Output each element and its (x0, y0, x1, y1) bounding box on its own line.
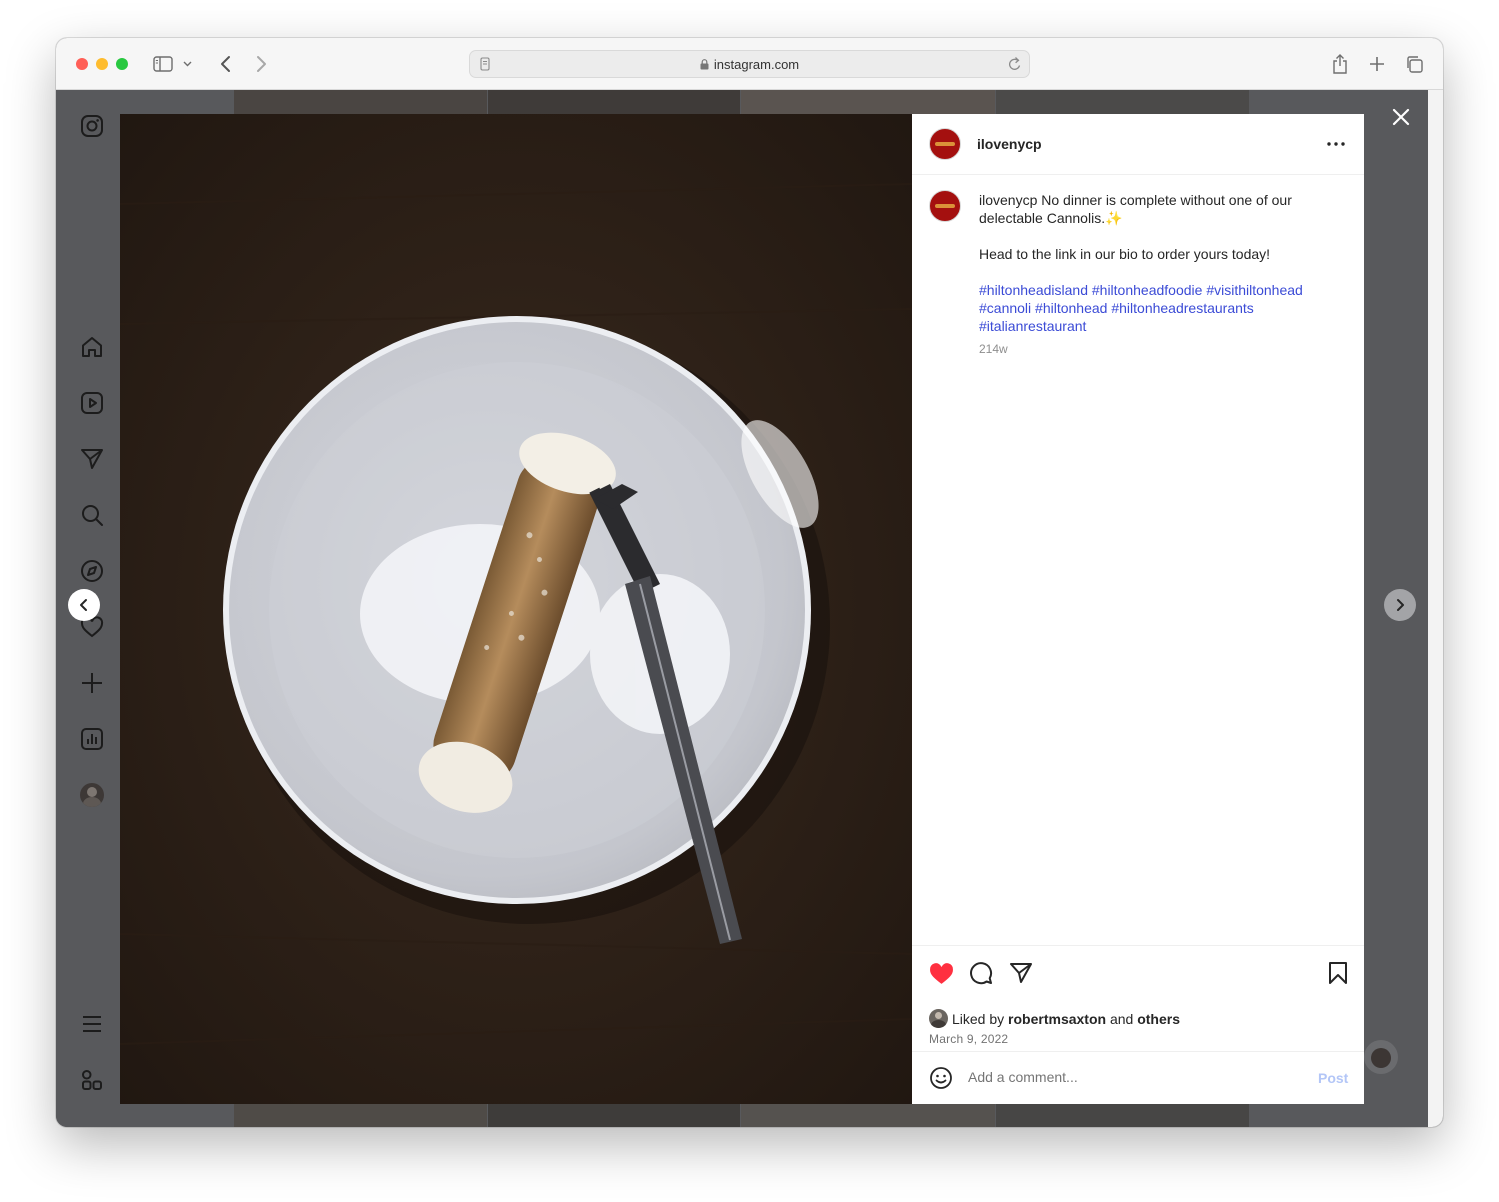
background-thumbnail (741, 1104, 995, 1127)
comment-input[interactable] (968, 1069, 1288, 1085)
previous-post-button[interactable] (68, 589, 100, 621)
share-post-icon[interactable] (1008, 960, 1034, 986)
url-text: instagram.com (470, 57, 1029, 73)
liked-by-user[interactable]: robertmsaxton (1008, 1011, 1106, 1027)
new-tab-icon[interactable] (1365, 52, 1389, 76)
liker-avatar[interactable] (929, 1009, 948, 1028)
explore-icon[interactable] (78, 557, 106, 585)
emoji-icon[interactable] (929, 1066, 953, 1095)
chevron-left-icon (80, 599, 87, 611)
caption-time-ago: 214w (979, 342, 1008, 356)
browser-titlebar: instagram.com (56, 38, 1443, 90)
liked-by-and: and (1109, 1011, 1134, 1027)
background-thumbnail (234, 90, 487, 114)
post-caption: ilovenycp No dinner is complete without … (979, 191, 1329, 353)
tab-overview-icon[interactable] (1402, 52, 1426, 76)
background-thumbnail (488, 1104, 740, 1127)
close-window-button[interactable] (76, 58, 88, 70)
forward-icon[interactable] (249, 52, 273, 76)
menu-icon[interactable] (78, 1010, 106, 1038)
post-image[interactable] (120, 114, 912, 1104)
home-icon[interactable] (78, 333, 106, 361)
background-thumbnail (996, 1104, 1249, 1127)
close-modal-icon[interactable] (1388, 104, 1414, 130)
cannoli-photo (120, 114, 912, 1104)
liked-by-prefix: Liked by (952, 1011, 1005, 1027)
liked-by-others[interactable]: others (1137, 1011, 1180, 1027)
save-bookmark-icon[interactable] (1325, 960, 1351, 986)
background-thumbnail (996, 90, 1249, 114)
direct-icon[interactable] (78, 445, 106, 473)
hashtag-link[interactable]: #hiltonheadisland (979, 282, 1088, 298)
page-content: ilovenycp ilovenycp No dinner is complet… (56, 90, 1443, 1127)
search-icon[interactable] (78, 501, 106, 529)
sparkles-emoji: ✨ (1105, 210, 1123, 226)
background-thumbnail (234, 1104, 487, 1127)
hashtag-link[interactable]: #cannoli (979, 300, 1031, 316)
caption-username[interactable]: ilovenycp (979, 192, 1037, 208)
post-details-panel: ilovenycp ilovenycp No dinner is complet… (912, 114, 1364, 1104)
back-icon[interactable] (214, 52, 238, 76)
background-thumbnail (488, 90, 740, 114)
address-bar[interactable]: instagram.com (469, 50, 1030, 78)
post-date: March 9, 2022 (929, 1032, 1009, 1046)
author-username[interactable]: ilovenycp (977, 136, 1042, 152)
messages-bubble[interactable] (1364, 1040, 1398, 1074)
chevron-right-icon (1397, 599, 1404, 611)
hashtag-link[interactable]: #hiltonheadfoodie (1092, 282, 1203, 298)
scrollbar-track[interactable] (1428, 90, 1443, 1127)
like-heart-icon[interactable] (928, 960, 954, 986)
post-comment-button[interactable]: Post (1318, 1070, 1348, 1086)
caption-author-avatar[interactable] (929, 190, 961, 222)
zoom-window-button[interactable] (116, 58, 128, 70)
create-icon[interactable] (78, 669, 106, 697)
caption-second-line: Head to the link in our bio to order you… (979, 246, 1271, 262)
profile-avatar[interactable] (78, 781, 106, 809)
browser-window: instagram.com ilovenycp ilovenycp No din… (56, 38, 1443, 1127)
post-actions: Liked by robertmsaxton and others March … (912, 945, 1364, 1052)
reload-icon[interactable] (1008, 56, 1022, 77)
author-avatar[interactable] (929, 128, 961, 160)
next-post-button[interactable] (1384, 589, 1416, 621)
dashboard-icon[interactable] (78, 725, 106, 753)
reels-icon[interactable] (78, 389, 106, 417)
chevron-down-icon[interactable] (180, 52, 194, 76)
lock-icon (700, 58, 709, 73)
caption-first-line: ilovenycp No dinner is complete without … (979, 191, 1329, 227)
url-label: instagram.com (713, 57, 800, 72)
minimize-window-button[interactable] (96, 58, 108, 70)
more-options-icon[interactable] (1326, 134, 1346, 154)
sidebar-toggle-icon[interactable] (151, 52, 175, 76)
threads-icon[interactable] (78, 1066, 106, 1094)
share-icon[interactable] (1328, 52, 1352, 76)
hashtag-link[interactable]: #hiltonhead (1035, 300, 1107, 316)
comment-bar: Post (912, 1051, 1364, 1104)
comment-icon[interactable] (968, 960, 994, 986)
instagram-logo-icon[interactable] (78, 112, 106, 140)
liked-by-text: Liked by robertmsaxton and others (952, 1011, 1180, 1027)
background-thumbnail (741, 90, 995, 114)
hashtag-link[interactable]: #hiltonheadrestaurants (1111, 300, 1253, 316)
hashtag-link[interactable]: #visithiltonhead (1206, 282, 1303, 298)
hashtag-link[interactable]: #italianrestaurant (979, 318, 1086, 334)
post-header: ilovenycp (912, 114, 1364, 175)
caption-hashtags: #hiltonheadisland #hiltonheadfoodie #vis… (979, 281, 1329, 335)
